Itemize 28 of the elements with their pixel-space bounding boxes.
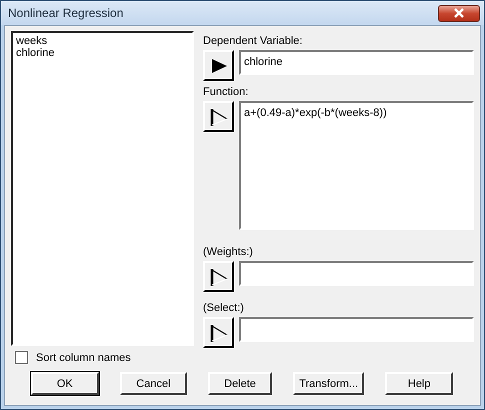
field-label: Function: [203,86,250,99]
field-label: (Weights:) [203,246,254,259]
triangle-icon [208,106,228,126]
column-list-item[interactable]: weeks [16,35,189,47]
arrow-button[interactable] [203,50,234,81]
checkbox[interactable] [15,351,28,364]
input-field[interactable] [239,317,474,342]
field-label: Dependent Variable: [203,35,304,48]
arrow-button[interactable] [203,261,234,292]
input-field[interactable] [239,261,474,286]
dialog-button[interactable]: Delete [208,372,272,395]
checkbox-label: Sort column names [36,352,131,364]
close-button[interactable] [438,4,480,22]
arrow-button[interactable] [203,101,234,132]
dialog-button[interactable]: Help [385,372,453,395]
arrow-button[interactable] [203,317,234,348]
input-field[interactable]: chlorine [239,50,474,75]
triangle-icon [208,322,228,342]
column-list-item[interactable]: chlorine [16,47,189,59]
dialog-button[interactable]: OK [31,372,99,395]
window-title: Nonlinear Regression [8,6,124,20]
triangle-icon [208,266,228,286]
column-list[interactable]: weeks chlorine [11,31,194,346]
field-label: (Select:) [203,302,245,315]
dialog-button[interactable]: Transform... [292,372,364,395]
dialog-button[interactable]: Cancel [120,372,188,395]
close-icon [453,8,465,18]
function-field[interactable]: a+(0.49-a)*exp(-b*(weeks-8)) [239,101,474,230]
